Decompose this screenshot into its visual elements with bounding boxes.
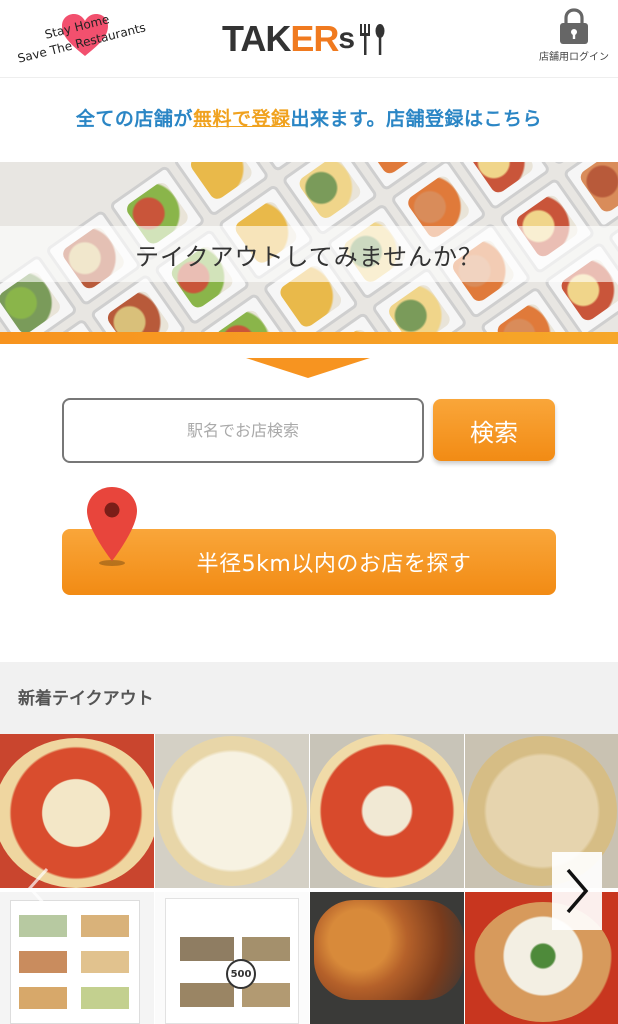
food-image <box>104 288 172 332</box>
registration-text-pre: 全ての店舗が <box>75 108 193 130</box>
gallery-prev-button[interactable] <box>18 858 58 918</box>
hero-caption: テイクアウトしてみませんか？ <box>134 242 484 271</box>
brand-text-3: s <box>338 22 355 55</box>
brand-text-1: TAK <box>222 18 291 59</box>
food-image <box>213 307 281 332</box>
food-image <box>577 162 618 215</box>
price-badge: 500 <box>226 959 256 989</box>
stay-home-badge: Stay Home Save The Restaurants <box>12 8 152 70</box>
food-image <box>360 162 428 177</box>
search-button[interactable]: 検索 <box>433 399 555 461</box>
gallery-item-pizza-3[interactable] <box>310 734 464 888</box>
store-login-label: 店舗用ログイン <box>539 52 609 63</box>
lock-icon <box>560 8 588 44</box>
chevron-left-icon <box>27 867 49 909</box>
station-search-input[interactable] <box>62 398 424 463</box>
gallery-item-pizza-2[interactable] <box>155 734 309 888</box>
gallery-next-button[interactable] <box>552 852 602 930</box>
gallery-item-menu-2[interactable]: 500 <box>155 892 309 1024</box>
food-image <box>469 162 536 196</box>
brand-logo[interactable]: TAK ER s <box>222 18 387 60</box>
gallery-item-karaage[interactable] <box>310 892 464 1024</box>
food-image <box>494 301 562 332</box>
map-pin-icon <box>87 487 137 566</box>
arrow-down-icon <box>246 358 370 378</box>
utensils-icon <box>360 24 385 55</box>
section-title: 新着テイクアウト <box>18 689 154 709</box>
nearby-search-label: 半径5km以内のお店を探す <box>196 552 472 577</box>
app-header: Stay Home Save The Restaurants TAK ER s 店舗… <box>0 0 618 78</box>
store-registration-link[interactable]: 全ての店舗が無料で登録出来ます。店舗登録はこちら <box>0 104 618 131</box>
takeout-gallery: 500 <box>0 734 618 1024</box>
pizza-image <box>157 736 307 886</box>
new-takeout-section: 新着テイクアウト <box>0 662 618 734</box>
pizza-image <box>310 734 464 888</box>
store-login-button[interactable]: 店舗用ログイン <box>536 8 612 63</box>
menu-flyer: 500 <box>165 898 299 1024</box>
registration-text-post: 出来ます。店舗登録はこちら <box>290 108 543 130</box>
chevron-right-icon <box>566 868 589 914</box>
hero-banner: テイクアウトしてみませんか？ <box>0 162 618 332</box>
brand-text-2: ER <box>290 18 339 59</box>
menu-flyer <box>10 900 140 1024</box>
fried-chicken-image <box>314 900 464 1000</box>
hero-divider <box>0 332 618 344</box>
food-image <box>385 282 453 332</box>
registration-free-highlight: 無料で登録 <box>192 108 291 130</box>
food-image <box>187 162 255 202</box>
hero-caption-band: テイクアウトしてみませんか？ <box>0 226 618 282</box>
food-image <box>296 162 364 222</box>
